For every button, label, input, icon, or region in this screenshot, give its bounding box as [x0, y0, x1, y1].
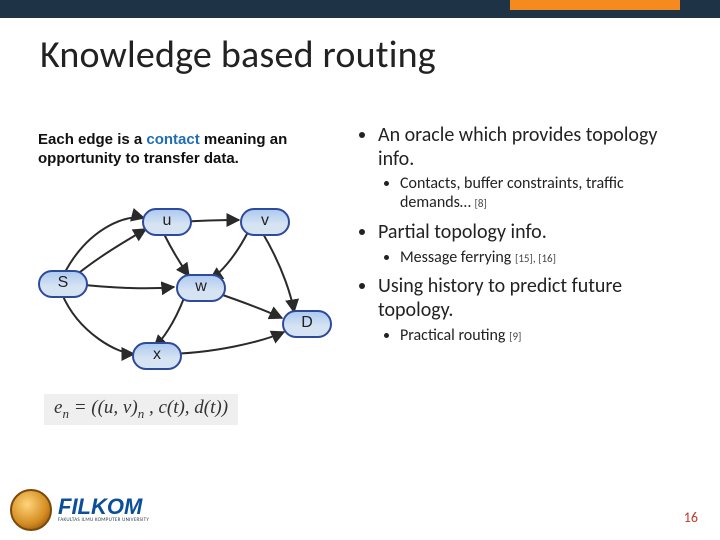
formula-rhs1: = ((u, v) — [69, 397, 138, 418]
bullet-history: Using history to predict future topology… — [378, 275, 690, 345]
logo-subtext: FAKULTAS ILMU KOMPUTER UNIVERSITY — [58, 517, 149, 523]
ref-15-16: [15], [16] — [515, 252, 556, 265]
ref-8: [8] — [475, 197, 487, 210]
footer-logo: FILKOM FAKULTAS ILMU KOMPUTER UNIVERSITY — [10, 486, 150, 534]
caption-highlight: contact — [146, 131, 199, 148]
bullet-partial-sub-text: Message ferrying — [400, 248, 515, 267]
crest-icon — [10, 489, 52, 531]
bullet-partial-sub: Message ferrying [15], [16] — [400, 249, 690, 268]
bullet-partial: Partial topology info. Message ferrying … — [378, 221, 690, 267]
logo-text: FILKOM — [58, 497, 149, 517]
node-w: w — [176, 274, 226, 302]
bullet-partial-text: Partial topology info. — [378, 220, 547, 244]
bullet-oracle-sub-text: Contacts, buffer constraints, traffic de… — [400, 174, 624, 212]
bullet-history-text: Using history to predict future topology… — [378, 274, 622, 322]
slide-title: Knowledge based routing — [40, 32, 436, 78]
bullet-oracle-text: An oracle which provides topology info. — [378, 123, 657, 171]
contact-formula: en = ((u, v)n , c(t), d(t)) — [44, 394, 238, 425]
bullet-history-sub: Practical routing [9] — [400, 327, 690, 346]
bullet-history-sub-text: Practical routing — [400, 326, 509, 345]
formula-rhs2: , c(t), d(t)) — [144, 397, 228, 418]
bullet-oracle-sub: Contacts, buffer constraints, traffic de… — [400, 175, 690, 213]
edge-caption: Each edge is a contact meaning an opport… — [38, 130, 338, 168]
node-d: D — [282, 310, 332, 338]
contact-graph: S u v w x D — [34, 184, 334, 394]
bullet-oracle: An oracle which provides topology info. … — [378, 124, 690, 213]
ref-9: [9] — [509, 330, 521, 343]
top-banner — [0, 0, 720, 18]
node-s: S — [38, 270, 88, 298]
node-u: u — [142, 208, 192, 236]
caption-pre: Each edge is a — [38, 131, 146, 148]
page-number: 16 — [684, 509, 698, 526]
node-v: v — [240, 208, 290, 236]
node-x: x — [132, 342, 182, 370]
bullet-list: An oracle which provides topology info. … — [360, 124, 690, 353]
